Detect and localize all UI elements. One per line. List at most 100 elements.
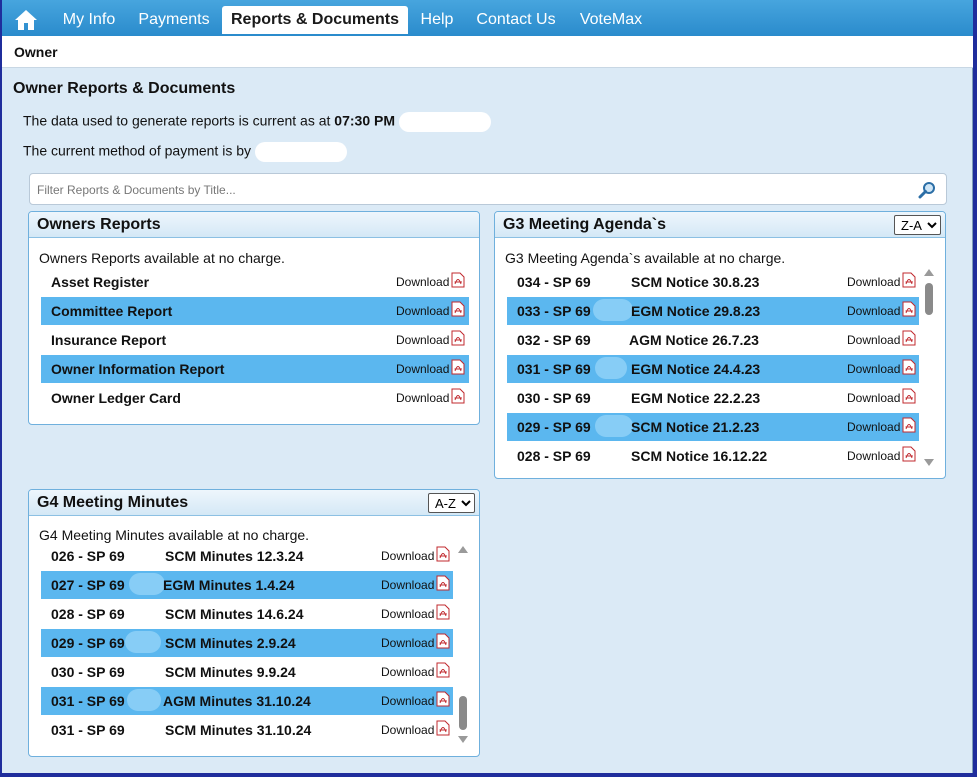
g3-agendas-header: G3 Meeting Agenda`s Z-A: [495, 212, 945, 238]
owner-bar: Owner: [2, 36, 973, 68]
download-link[interactable]: Download: [381, 694, 434, 708]
pdf-icon[interactable]: [902, 446, 916, 462]
redacted-date: [398, 112, 491, 132]
g4-sort-select[interactable]: A-Z: [428, 493, 475, 513]
pdf-icon[interactable]: [451, 301, 465, 317]
agenda-row: 031 - SP 69 EGM Notice 24.4.23 Download: [507, 355, 919, 383]
pdf-icon[interactable]: [451, 388, 465, 404]
minutes-name: SCM Minutes 31.10.24: [165, 722, 312, 738]
minutes-name: SCM Minutes 12.3.24: [165, 548, 304, 564]
data-current-line: The data used to generate reports is cur…: [23, 112, 491, 132]
scroll-down-icon[interactable]: [924, 459, 934, 466]
report-row: Insurance Report Download: [41, 326, 469, 354]
g3-sort-select[interactable]: Z-A: [894, 215, 941, 235]
download-link[interactable]: Download: [381, 665, 434, 679]
tab-reports-documents[interactable]: Reports & Documents: [222, 6, 408, 34]
download-link[interactable]: Download: [381, 578, 434, 592]
minutes-row: 028 - SP 69 SCM Minutes 14.6.24 Download: [41, 600, 453, 628]
tab-payments[interactable]: Payments: [128, 6, 220, 34]
tab-my-info[interactable]: My Info: [50, 6, 128, 34]
agenda-ref: 033 - SP 69: [517, 303, 591, 319]
g3-scrollbar[interactable]: [923, 269, 935, 466]
pdf-icon[interactable]: [436, 662, 450, 678]
download-link[interactable]: Download: [396, 391, 449, 405]
app-frame: My Info Payments Reports & Documents Hel…: [2, 0, 973, 773]
download-link[interactable]: Download: [847, 449, 900, 463]
download-link[interactable]: Download: [847, 391, 900, 405]
minutes-row: 031 - SP 69 AGM Minutes 31.10.24 Downloa…: [41, 687, 453, 715]
scroll-up-icon[interactable]: [924, 269, 934, 276]
pdf-icon[interactable]: [451, 330, 465, 346]
pdf-icon[interactable]: [436, 546, 450, 562]
g4-minutes-panel: G4 Meeting Minutes A-Z G4 Meeting Minute…: [28, 489, 480, 757]
redacted-lot: [127, 689, 161, 711]
minutes-name: SCM Minutes 9.9.24: [165, 664, 296, 680]
download-link[interactable]: Download: [396, 362, 449, 376]
scroll-up-icon[interactable]: [458, 546, 468, 553]
pdf-icon[interactable]: [451, 359, 465, 375]
report-row: Committee Report Download: [41, 297, 469, 325]
owners-reports-panel: Owners Reports Owners Reports available …: [28, 211, 480, 425]
agenda-ref: 031 - SP 69: [517, 361, 591, 377]
agenda-name: SCM Notice 16.12.22: [631, 448, 768, 464]
redacted-lot: [595, 415, 633, 437]
download-link[interactable]: Download: [381, 636, 434, 650]
g4-minutes-title: G4 Meeting Minutes: [37, 494, 189, 511]
download-link[interactable]: Download: [381, 607, 434, 621]
pdf-icon[interactable]: [451, 272, 465, 288]
agenda-ref: 032 - SP 69: [517, 332, 591, 348]
scroll-down-icon[interactable]: [458, 736, 468, 743]
download-link[interactable]: Download: [381, 723, 434, 737]
minutes-ref: 029 - SP 69: [51, 635, 125, 651]
download-link[interactable]: Download: [847, 420, 900, 434]
tab-votemax[interactable]: VoteMax: [568, 6, 654, 34]
g3-agendas-panel: G3 Meeting Agenda`s Z-A G3 Meeting Agend…: [494, 211, 946, 479]
report-row: Owner Ledger Card Download: [41, 384, 469, 412]
minutes-ref: 027 - SP 69: [51, 577, 125, 593]
download-link[interactable]: Download: [396, 333, 449, 347]
scroll-thumb[interactable]: [459, 696, 467, 730]
minutes-ref: 031 - SP 69: [51, 722, 125, 738]
download-link[interactable]: Download: [381, 549, 434, 563]
pdf-icon[interactable]: [436, 691, 450, 707]
scroll-thumb[interactable]: [925, 283, 933, 315]
agenda-row: 033 - SP 69 EGM Notice 29.8.23 Download: [507, 297, 919, 325]
report-title: Owner Ledger Card: [51, 390, 181, 406]
download-link[interactable]: Download: [847, 362, 900, 376]
agenda-name: EGM Notice 29.8.23: [631, 303, 761, 319]
minutes-row: 027 - SP 69 EGM Minutes 1.4.24 Download: [41, 571, 453, 599]
payment-method-line: The current method of payment is by: [23, 142, 347, 162]
pdf-icon[interactable]: [902, 417, 916, 433]
agenda-row: 029 - SP 69 SCM Notice 21.2.23 Download: [507, 413, 919, 441]
minutes-name: SCM Minutes 2.9.24: [165, 635, 296, 651]
minutes-ref: 031 - SP 69: [51, 693, 125, 709]
tab-contact-us[interactable]: Contact Us: [466, 6, 566, 34]
tab-help[interactable]: Help: [410, 6, 464, 34]
owners-reports-description: Owners Reports available at no charge.: [39, 250, 285, 266]
agenda-name: EGM Notice 24.4.23: [631, 361, 761, 377]
pdf-icon[interactable]: [902, 330, 916, 346]
pdf-icon[interactable]: [436, 720, 450, 736]
g4-scrollbar[interactable]: [457, 546, 469, 743]
download-link[interactable]: Download: [847, 304, 900, 318]
home-button[interactable]: [8, 6, 44, 34]
filter-box: [29, 173, 947, 205]
download-link[interactable]: Download: [847, 275, 900, 289]
download-link[interactable]: Download: [396, 275, 449, 289]
search-icon[interactable]: [918, 181, 936, 199]
minutes-name: AGM Minutes 31.10.24: [163, 693, 311, 709]
redacted-payment-method: [254, 142, 347, 162]
pdf-icon[interactable]: [436, 633, 450, 649]
pdf-icon[interactable]: [902, 272, 916, 288]
pdf-icon[interactable]: [436, 575, 450, 591]
agenda-name: EGM Notice 22.2.23: [631, 390, 761, 406]
filter-input[interactable]: [35, 180, 895, 200]
download-link[interactable]: Download: [847, 333, 900, 347]
pdf-icon[interactable]: [436, 604, 450, 620]
download-link[interactable]: Download: [396, 304, 449, 318]
pdf-icon[interactable]: [902, 359, 916, 375]
agenda-ref: 028 - SP 69: [517, 448, 591, 464]
pdf-icon[interactable]: [902, 388, 916, 404]
pdf-icon[interactable]: [902, 301, 916, 317]
owner-label: Owner: [14, 44, 58, 60]
